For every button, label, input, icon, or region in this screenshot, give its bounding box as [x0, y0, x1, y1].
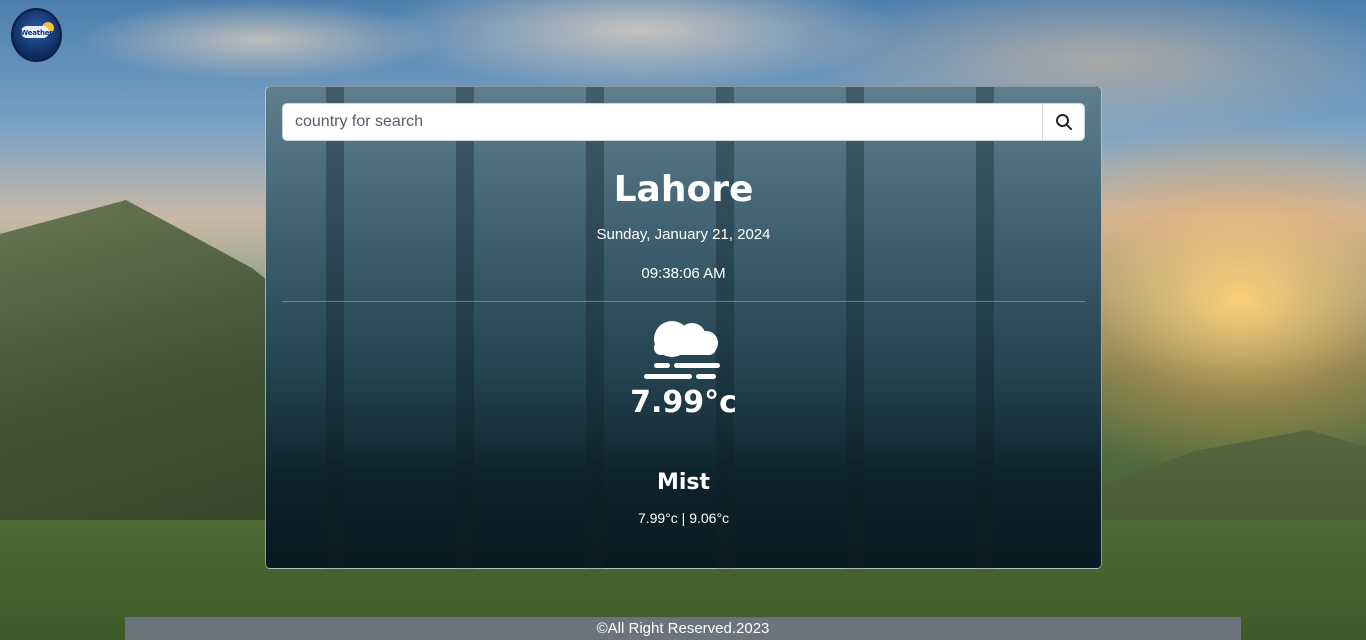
city-name: Lahore: [613, 169, 754, 210]
weather-card: Lahore Sunday, January 21, 2024 09:38:06…: [265, 86, 1102, 569]
footer: ©All Right Reserved.2023: [125, 617, 1241, 640]
search-bar: [282, 103, 1085, 141]
search-icon: [1055, 114, 1072, 130]
search-button[interactable]: [1042, 104, 1084, 140]
temperature: 7.99°c: [630, 385, 737, 420]
search-input[interactable]: [283, 104, 1042, 140]
weather-logo-icon[interactable]: Weather: [11, 8, 62, 62]
divider: [282, 301, 1085, 302]
footer-text: ©All Right Reserved.2023: [596, 620, 770, 637]
mist-icon: [644, 321, 720, 379]
background-hills-right: [1080, 430, 1366, 640]
current-time: 09:38:06 AM: [641, 265, 726, 282]
logo-text: Weather: [20, 29, 53, 37]
weather-condition: Mist: [656, 470, 711, 495]
temperature-range: 7.99°c | 9.06°c: [637, 510, 730, 526]
current-date: Sunday, January 21, 2024: [596, 226, 771, 243]
